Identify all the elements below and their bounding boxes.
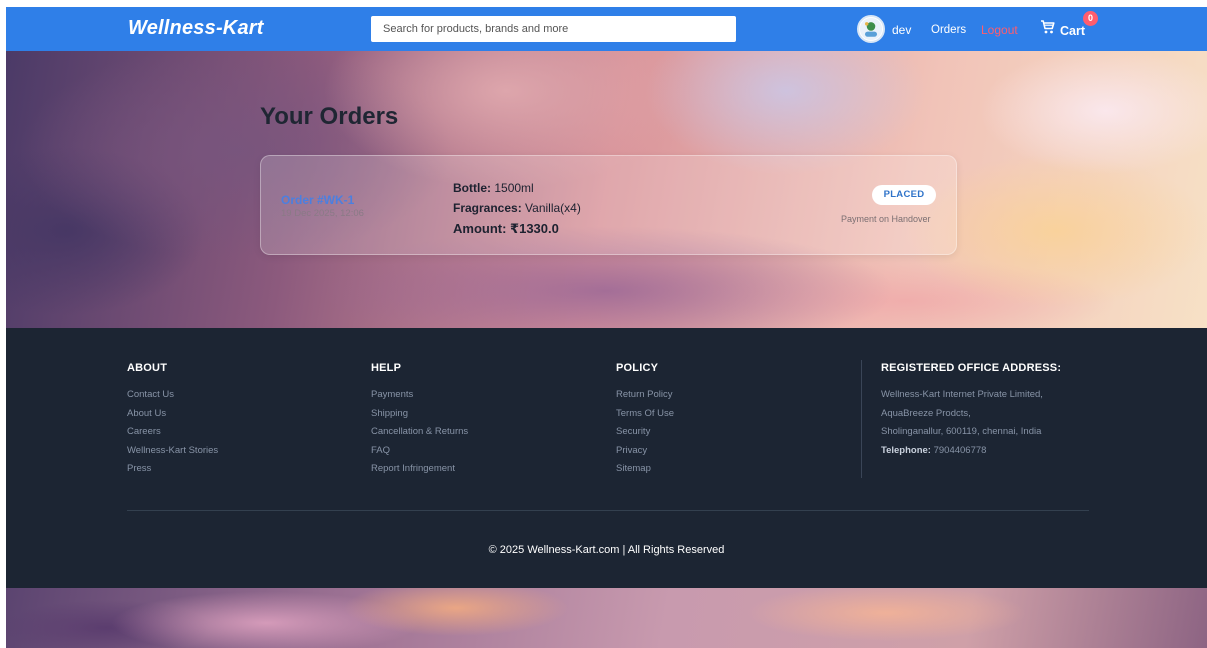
address-line: AquaBreeze Prodcts, xyxy=(881,407,971,419)
navbar: Wellness-Kart dev Orders Logout Cart 0 xyxy=(6,7,1207,51)
footer-link-about-us[interactable]: About Us xyxy=(127,405,218,424)
address-line: Wellness-Kart Internet Private Limited, xyxy=(881,389,1043,400)
search-input[interactable] xyxy=(371,16,736,42)
footer-link-sitemap[interactable]: Sitemap xyxy=(616,460,674,479)
bottle-label: Bottle: xyxy=(453,181,491,195)
background-clouds xyxy=(6,588,1207,648)
fragrances-label: Fragrances: xyxy=(453,201,522,215)
orders-link[interactable]: Orders xyxy=(931,24,966,36)
telephone-line: Telephone: 7904406778 xyxy=(881,442,1061,461)
footer-link-payments[interactable]: Payments xyxy=(371,386,468,405)
address-line: Sholinganallur, 600119, chennai, India xyxy=(881,426,1042,437)
footer-policy-title: POLICY xyxy=(616,362,659,374)
footer-link-report[interactable]: Report Infringement xyxy=(371,460,468,479)
footer-help-title: HELP xyxy=(371,362,402,374)
footer-link-faq[interactable]: FAQ xyxy=(371,442,468,461)
footer-link-stories[interactable]: Wellness-Kart Stories xyxy=(127,442,218,461)
cart-label: Cart xyxy=(1060,24,1086,38)
footer-policy: POLICY Return Policy Terms Of Use Securi… xyxy=(616,362,674,479)
shopping-cart-icon xyxy=(1041,20,1055,34)
payment-method: Payment on Handover xyxy=(841,214,931,224)
brand-logo[interactable]: Wellness-Kart xyxy=(128,17,264,40)
footer-link-cancellation[interactable]: Cancellation & Returns xyxy=(371,423,468,442)
username-label: dev xyxy=(892,23,912,37)
footer-link-contact-us[interactable]: Contact Us xyxy=(127,386,218,405)
cart-button[interactable]: Cart 0 xyxy=(1040,11,1098,45)
fragrances-line: Fragrances: Vanilla(x4) xyxy=(453,198,581,218)
logout-link[interactable]: Logout xyxy=(981,23,1018,37)
page-title: Your Orders xyxy=(260,103,399,130)
footer-link-terms[interactable]: Terms Of Use xyxy=(616,405,674,424)
footer-link-careers[interactable]: Careers xyxy=(127,423,218,442)
cart-count-badge: 0 xyxy=(1083,11,1098,26)
telephone-label: Telephone: xyxy=(881,444,931,456)
footer-address-title: REGISTERED OFFICE ADDRESS: xyxy=(881,362,1062,374)
footer-link-security[interactable]: Security xyxy=(616,423,674,442)
status-badge: PLACED xyxy=(872,185,936,205)
footer-separator xyxy=(127,510,1089,511)
order-date: 19 Dec 2025, 12:06 xyxy=(281,208,364,219)
order-details: Bottle: 1500ml Fragrances: Vanilla(x4) A… xyxy=(453,178,581,237)
footer-about: ABOUT Contact Us About Us Careers Wellne… xyxy=(127,362,218,479)
bottle-value: 1500ml xyxy=(494,181,534,195)
footer-about-title: ABOUT xyxy=(127,362,168,374)
app-frame: Wellness-Kart dev Orders Logout Cart 0 xyxy=(6,7,1207,648)
footer-address: REGISTERED OFFICE ADDRESS: Wellness-Kart… xyxy=(881,362,1061,460)
bottle-line: Bottle: 1500ml xyxy=(453,178,581,198)
footer-help: HELP Payments Shipping Cancellation & Re… xyxy=(371,362,468,479)
footer-link-press[interactable]: Press xyxy=(127,460,218,479)
user-avatar-icon[interactable] xyxy=(857,15,885,43)
footer-link-return-policy[interactable]: Return Policy xyxy=(616,386,674,405)
footer-link-shipping[interactable]: Shipping xyxy=(371,405,468,424)
footer: ABOUT Contact Us About Us Careers Wellne… xyxy=(6,328,1207,588)
fragrances-value: Vanilla(x4) xyxy=(525,201,581,215)
telephone-number: 7904406778 xyxy=(933,444,987,456)
orders-section: Your Orders Order #WK-1 19 Dec 2025, 12:… xyxy=(6,51,1207,328)
copyright-text: © 2025 Wellness-Kart.com | All Rights Re… xyxy=(488,544,725,556)
order-id-link[interactable]: Order #WK-1 xyxy=(281,193,354,207)
order-amount: Amount: ₹1330.0 xyxy=(453,221,559,236)
footer-divider xyxy=(861,360,862,478)
order-card: Order #WK-1 19 Dec 2025, 12:06 Bottle: 1… xyxy=(260,155,957,255)
footer-link-privacy[interactable]: Privacy xyxy=(616,442,674,461)
